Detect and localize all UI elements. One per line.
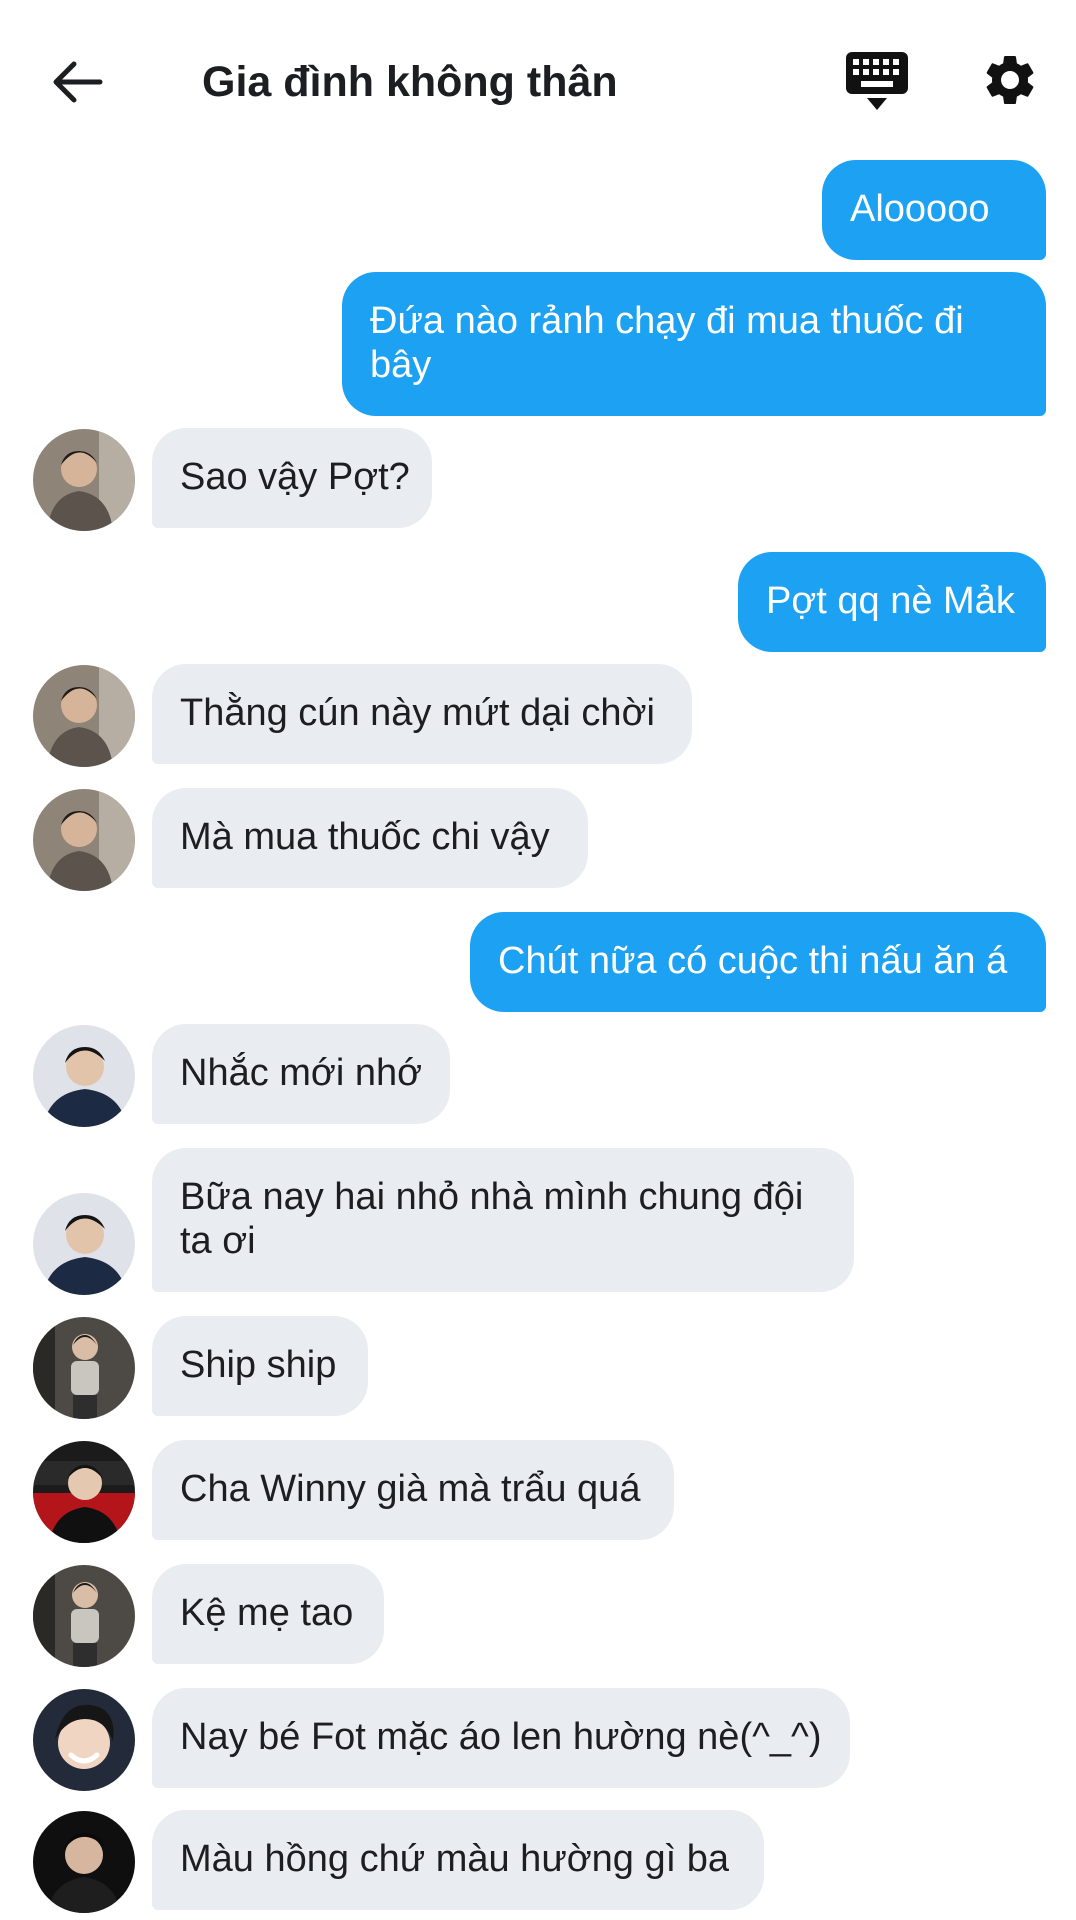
avatar-photo-icon [33,665,135,767]
avatar[interactable] [33,665,135,767]
avatar[interactable] [33,1441,135,1543]
avatar-photo-icon [33,1565,135,1667]
incoming-message[interactable]: Kệ mẹ tao [152,1564,384,1664]
avatar[interactable] [33,1193,135,1295]
avatar[interactable] [33,1811,135,1913]
avatar-photo-icon [33,1025,135,1127]
outgoing-message[interactable]: Alooooo [822,160,1046,260]
avatar-photo-icon [33,429,135,531]
avatar-photo-icon [33,1689,135,1791]
message-list: Alooooo Đứa nào rảnh chạy đi mua thuốc đ… [0,0,1076,1920]
incoming-message[interactable]: Thằng cún này mứt dại chời [152,664,692,764]
incoming-message[interactable]: Mà mua thuốc chi vậy [152,788,588,888]
avatar-photo-icon [33,789,135,891]
incoming-message[interactable]: Bữa nay hai nhỏ nhà mình chung đội ta ơi [152,1148,854,1292]
incoming-message[interactable]: Sao vậy Pợt? [152,428,432,528]
avatar-photo-icon [33,1441,135,1543]
outgoing-message[interactable]: Đứa nào rảnh chạy đi mua thuốc đi bây [342,272,1046,416]
avatar[interactable] [33,1565,135,1667]
incoming-message[interactable]: Ship ship [152,1316,368,1416]
avatar-photo-icon [33,1317,135,1419]
incoming-message[interactable]: Màu hồng chứ màu hường gì ba [152,1810,764,1910]
avatar[interactable] [33,429,135,531]
incoming-message[interactable]: Nhắc mới nhớ [152,1024,450,1124]
outgoing-message[interactable]: Pợt qq nè Mảk [738,552,1046,652]
avatar[interactable] [33,1317,135,1419]
avatar-photo-icon [33,1193,135,1295]
outgoing-message[interactable]: Chút nữa có cuộc thi nấu ăn á [470,912,1046,1012]
avatar[interactable] [33,789,135,891]
incoming-message[interactable]: Nay bé Fot mặc áo len hường nè(^_^) [152,1688,850,1788]
avatar[interactable] [33,1689,135,1791]
incoming-message[interactable]: Cha Winny già mà trẩu quá [152,1440,674,1540]
avatar[interactable] [33,1025,135,1127]
avatar-photo-icon [33,1811,135,1913]
